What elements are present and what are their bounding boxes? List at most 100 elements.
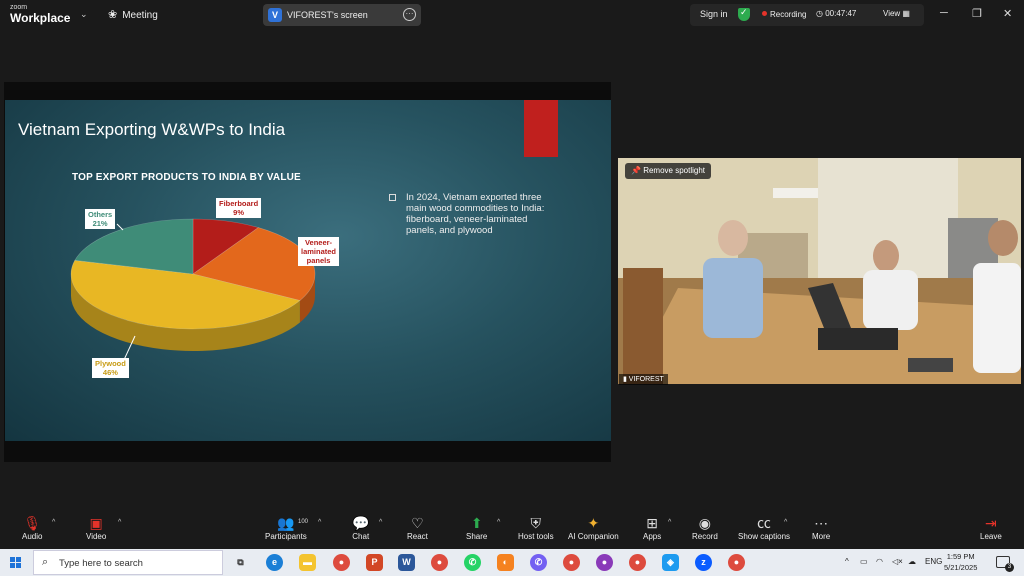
search-icon: ⌕ (42, 556, 49, 568)
chrome-profile-icon[interactable]: ● (431, 554, 448, 571)
label-veneer-line2: laminated (301, 247, 337, 256)
record-label: Record (692, 532, 718, 541)
language-indicator[interactable]: ENG (925, 557, 942, 566)
chrome-icon[interactable]: ● (333, 554, 350, 571)
leader-line-others (116, 223, 124, 231)
battery-icon[interactable]: ▭ (860, 557, 868, 566)
share-button[interactable]: ⬆ Share (466, 514, 487, 541)
security-shield-icon[interactable] (738, 7, 750, 21)
close-icon[interactable]: ✕ (1003, 7, 1012, 20)
powerpoint-icon[interactable]: P (366, 554, 383, 571)
shield-icon: ⛨ (530, 515, 542, 531)
volume-icon[interactable]: ◁× (892, 557, 903, 566)
label-others-name: Others (88, 210, 113, 219)
recording-indicator[interactable]: Recording (762, 10, 806, 19)
restore-icon[interactable]: ❐ (972, 7, 982, 20)
meeting-menu[interactable]: ❀ Meeting (108, 8, 158, 21)
captions-caret-icon[interactable]: ^ (784, 519, 787, 526)
app-orange-icon[interactable]: ◐ (497, 554, 514, 571)
chat-button[interactable]: 💬 Chat (352, 514, 369, 541)
audio-options-caret-icon[interactable]: ^ (52, 519, 55, 526)
chevron-down-icon[interactable]: ⌄ (80, 9, 88, 20)
video-off-icon: ▣ (89, 515, 103, 531)
apps-icon: ⊞ (646, 515, 658, 531)
more-icon: ⋯ (814, 515, 829, 531)
more-options-icon[interactable]: ··· (403, 8, 416, 21)
label-fiberboard-name: Fiberboard (219, 199, 259, 208)
participant-video[interactable] (618, 158, 1021, 384)
participants-caret-icon[interactable]: ^ (318, 519, 321, 526)
sparkle-icon: ✦ (587, 515, 600, 531)
share-screen-icon: ⬆ (470, 515, 483, 531)
meeting-timer: ◷ 00:47:47 (816, 9, 857, 18)
heart-icon: ♡ (411, 515, 424, 531)
muted-mic-icon: 🎙 (23, 515, 42, 531)
video-button[interactable]: ▣ Video (86, 514, 106, 541)
host-tools-button[interactable]: ⛨ Host tools (518, 514, 554, 541)
apps-caret-icon[interactable]: ^ (668, 519, 671, 526)
captions-label: Show captions (738, 532, 791, 541)
recording-dot-icon (762, 11, 767, 16)
pie-label-others: Others 21% (85, 209, 116, 229)
windows-start-icon[interactable] (10, 557, 22, 569)
more-button[interactable]: ⋯ More (812, 514, 830, 541)
leave-icon: ⇥ (985, 515, 997, 531)
clock-date: 5/21/2025 (944, 563, 978, 572)
chrome-icon-3[interactable]: ● (596, 554, 613, 571)
participant-name-text: VIFOREST (628, 376, 664, 383)
pie-label-veneer: Veneer- laminated panels (298, 237, 340, 266)
edge-icon[interactable]: e (266, 554, 283, 571)
ai-companion-button[interactable]: ✦ AI Companion (568, 514, 619, 541)
zoom-logo[interactable]: zoom Workplace (10, 4, 70, 24)
participant-name: ▮ VIFOREST (619, 374, 668, 385)
view-button[interactable]: View ▦ (883, 9, 910, 18)
leave-button[interactable]: ⇥ Leave (980, 514, 1002, 541)
video-options-caret-icon[interactable]: ^ (118, 519, 121, 526)
sharer-avatar: V (268, 8, 282, 22)
chat-icon: 💬 (352, 515, 370, 531)
chat-caret-icon[interactable]: ^ (379, 519, 382, 526)
whatsapp-icon[interactable]: ✆ (464, 554, 481, 571)
record-button[interactable]: ◉ Record (692, 514, 718, 541)
participants-count: 100 (298, 519, 309, 525)
word-icon[interactable]: W (398, 554, 415, 571)
chrome-icon-4[interactable]: ● (629, 554, 646, 571)
zoom-taskbar-icon[interactable]: z (695, 554, 712, 571)
react-label: React (407, 532, 428, 541)
label-plywood-name: Plywood (95, 359, 126, 368)
share-caret-icon[interactable]: ^ (497, 519, 500, 526)
taskbar-clock[interactable]: 1:59 PM 5/21/2025 (944, 551, 977, 573)
screen-share-label: VIFOREST's screen (287, 10, 368, 20)
more-label: More (812, 532, 831, 541)
file-explorer-icon[interactable]: ▬ (299, 554, 316, 571)
chrome-icon-5[interactable]: ● (728, 554, 745, 571)
viber-icon[interactable]: ✆ (530, 554, 547, 571)
remove-spotlight-button[interactable]: 📌 Remove spotlight (625, 163, 711, 179)
pie-label-plywood: Plywood 46% (92, 358, 129, 378)
leave-label: Leave (980, 532, 1002, 541)
screen-share-pill[interactable]: V VIFOREST's screen ··· (263, 4, 421, 26)
react-button[interactable]: ♡ React (407, 514, 428, 541)
apps-button[interactable]: ⊞ Apps (643, 514, 661, 541)
signin-button[interactable]: Sign in (700, 9, 728, 19)
meeting-label: Meeting (122, 10, 158, 21)
audio-label: Audio (22, 532, 43, 541)
wifi-icon[interactable]: ◠ (876, 557, 883, 566)
chat-label: Chat (352, 532, 370, 541)
onedrive-icon[interactable]: ☁ (908, 557, 916, 566)
timer-value: 00:47:47 (825, 9, 857, 18)
bullet-text: In 2024, Vietnam exported three main woo… (406, 192, 545, 236)
show-hidden-icons[interactable]: ^ (845, 557, 849, 566)
chrome-icon-2[interactable]: ● (563, 554, 580, 571)
task-view-icon[interactable]: ⧉ (232, 554, 249, 571)
captions-button[interactable]: ㏄ Show captions (738, 514, 790, 541)
minimize-icon[interactable]: ─ (940, 7, 948, 19)
search-placeholder: Type here to search (59, 558, 143, 569)
app-blue-icon[interactable]: ◈ (662, 554, 679, 571)
audio-button[interactable]: 🎙 Audio (22, 514, 42, 541)
pie-chart (70, 218, 316, 363)
taskbar-search[interactable]: ⌕ Type here to search (33, 550, 223, 575)
recording-label: Recording (770, 10, 807, 19)
video-frame (618, 158, 1021, 384)
meeting-toolbar (0, 510, 1024, 549)
